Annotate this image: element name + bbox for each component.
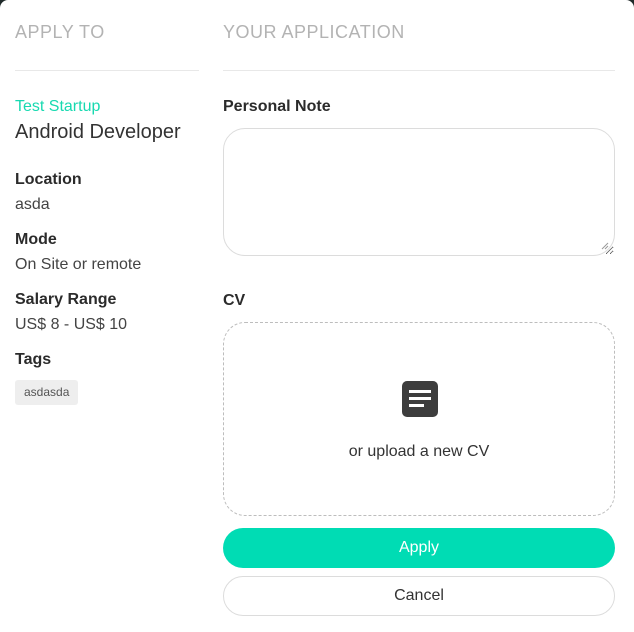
cancel-button[interactable]: Cancel [223, 576, 615, 616]
cv-upload-dropzone[interactable]: or upload a new CV [223, 322, 615, 516]
salary-range-label: Salary Range [15, 291, 117, 308]
location-value: asda [15, 196, 50, 213]
right-divider [223, 70, 615, 71]
your-application-heading: YOUR APPLICATION [223, 22, 405, 42]
mode-value: On Site or remote [15, 256, 142, 273]
left-divider [15, 70, 199, 71]
salary-range-value: US$ 8 - US$ 10 [15, 316, 128, 333]
apply-modal: APPLY TO Test Startup Android Developer … [0, 0, 634, 632]
cv-label: CV [223, 292, 246, 309]
personal-note-textarea[interactable] [223, 128, 615, 256]
location-label: Location [15, 171, 82, 188]
company-name[interactable]: Test Startup [15, 98, 100, 116]
tags-label: Tags [15, 351, 52, 368]
job-title: Android Developer [15, 121, 181, 143]
personal-note-label: Personal Note [223, 98, 331, 115]
apply-to-heading: APPLY TO [15, 22, 105, 42]
apply-button[interactable]: Apply [223, 528, 615, 568]
document-icon [402, 381, 438, 417]
mode-label: Mode [15, 231, 57, 248]
tag-chip: asdasda [15, 380, 79, 405]
upload-cv-text[interactable]: or upload a new CV [224, 443, 614, 461]
